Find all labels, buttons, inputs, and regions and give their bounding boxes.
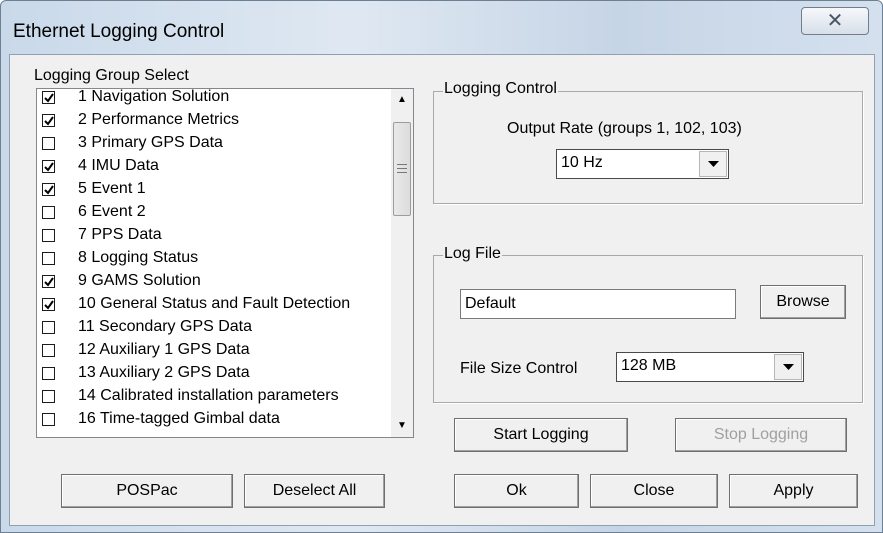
checkbox[interactable] <box>42 229 55 242</box>
logging-group-listbox[interactable]: 1 Navigation Solution 2 Performance Metri… <box>36 88 414 438</box>
stop-logging-button[interactable]: Stop Logging <box>675 418 847 452</box>
list-item[interactable]: 13 Auxiliary 2 GPS Data <box>37 364 387 388</box>
list-item-label: 3 Primary GPS Data <box>78 134 223 151</box>
list-item[interactable]: 2 Performance Metrics <box>37 111 387 135</box>
list-item-label: 11 Secondary GPS Data <box>78 318 253 335</box>
checkbox[interactable] <box>42 298 55 311</box>
close-button[interactable]: Close <box>590 474 718 508</box>
listbox-scrollbar[interactable]: ▲ ▼ <box>391 89 413 437</box>
checkbox[interactable] <box>42 114 55 127</box>
checkbox[interactable] <box>42 413 55 426</box>
deselect-all-button[interactable]: Deselect All <box>244 474 385 508</box>
scroll-grip-line <box>397 172 407 173</box>
chevron-down-icon[interactable] <box>774 354 802 380</box>
list-item-label: 7 PPS Data <box>78 226 162 243</box>
list-item[interactable]: 14 Calibrated installation parameters <box>37 387 387 411</box>
checkmark-icon <box>44 162 54 172</box>
checkbox[interactable] <box>42 390 55 403</box>
close-icon: ✕ <box>826 10 844 32</box>
list-item-label: 12 Auxiliary 1 GPS Data <box>78 341 250 358</box>
output-rate-label: Output Rate (groups 1, 102, 103) <box>507 120 742 137</box>
file-size-value: 128 MB <box>621 357 677 374</box>
checkbox[interactable] <box>42 367 55 380</box>
checkbox[interactable] <box>42 321 55 334</box>
scroll-up-arrow-icon[interactable]: ▲ <box>391 89 413 111</box>
list-item-label: 16 Time-tagged Gimbal data <box>78 410 280 427</box>
checkbox[interactable] <box>42 160 55 173</box>
checkmark-icon <box>44 277 54 287</box>
log-filename-input[interactable]: Default <box>460 289 736 319</box>
checkmark-icon <box>44 116 54 126</box>
list-item-label: 14 Calibrated installation parameters <box>78 387 339 404</box>
checkmark-icon <box>44 185 54 195</box>
checkbox[interactable] <box>42 275 55 288</box>
list-item[interactable]: 7 PPS Data <box>37 226 387 250</box>
checkbox[interactable] <box>42 137 55 150</box>
list-item[interactable]: 16 Time-tagged Gimbal data <box>37 410 387 434</box>
list-item[interactable]: 5 Event 1 <box>37 180 387 204</box>
log-file-title: Log File <box>443 245 502 263</box>
checkmark-icon <box>44 300 54 310</box>
output-rate-select[interactable]: 10 Hz <box>556 149 729 179</box>
start-logging-button[interactable]: Start Logging <box>454 418 628 452</box>
list-item-label: 13 Auxiliary 2 GPS Data <box>78 364 250 381</box>
list-item-label: 9 GAMS Solution <box>78 272 201 289</box>
scroll-down-arrow-icon[interactable]: ▼ <box>391 415 413 437</box>
list-item-label: 6 Event 2 <box>78 203 146 220</box>
list-item-label: 2 Performance Metrics <box>78 111 239 128</box>
checkbox[interactable] <box>42 206 55 219</box>
file-size-select[interactable]: 128 MB <box>616 352 804 382</box>
checkbox[interactable] <box>42 344 55 357</box>
log-filename-value: Default <box>465 295 516 312</box>
scroll-grip-line <box>397 164 407 165</box>
list-item-label: 1 Navigation Solution <box>78 88 230 105</box>
checkmark-icon <box>44 93 54 103</box>
chevron-down-icon[interactable] <box>699 151 727 177</box>
logging-control-title: Logging Control <box>443 80 558 98</box>
list-item[interactable]: 9 GAMS Solution <box>37 272 387 296</box>
list-item[interactable]: 3 Primary GPS Data <box>37 134 387 158</box>
list-item[interactable]: 11 Secondary GPS Data <box>37 318 387 342</box>
logging-group-select-label: Logging Group Select <box>34 67 189 84</box>
pospac-button[interactable]: POSPac <box>61 474 233 508</box>
list-item-label: 5 Event 1 <box>78 180 146 197</box>
list-item[interactable]: 6 Event 2 <box>37 203 387 227</box>
ok-button[interactable]: Ok <box>454 474 579 508</box>
list-item[interactable]: 8 Logging Status <box>37 249 387 273</box>
list-item[interactable]: 10 General Status and Fault Detection <box>37 295 387 319</box>
list-item[interactable]: 12 Auxiliary 1 GPS Data <box>37 341 387 365</box>
output-rate-value: 10 Hz <box>561 154 603 171</box>
apply-button[interactable]: Apply <box>729 474 858 508</box>
list-item[interactable]: 4 IMU Data <box>37 157 387 181</box>
list-item-label: 4 IMU Data <box>78 157 159 174</box>
browse-button[interactable]: Browse <box>760 285 846 319</box>
list-item-label: 8 Logging Status <box>78 249 199 266</box>
file-size-control-label: File Size Control <box>460 360 578 377</box>
scroll-grip-line <box>397 168 407 169</box>
list-item-label: 10 General Status and Fault Detection <box>78 295 351 312</box>
window-close-button[interactable]: ✕ <box>801 7 869 35</box>
window-title: Ethernet Logging Control <box>13 21 225 42</box>
checkbox[interactable] <box>42 252 55 265</box>
scroll-thumb[interactable] <box>393 122 411 216</box>
checkbox[interactable] <box>42 183 55 196</box>
checkbox[interactable] <box>42 91 55 104</box>
list-item[interactable]: 1 Navigation Solution <box>37 88 387 112</box>
logging-group-list: 1 Navigation Solution 2 Performance Metri… <box>37 88 387 434</box>
logging-control-group <box>433 91 863 204</box>
